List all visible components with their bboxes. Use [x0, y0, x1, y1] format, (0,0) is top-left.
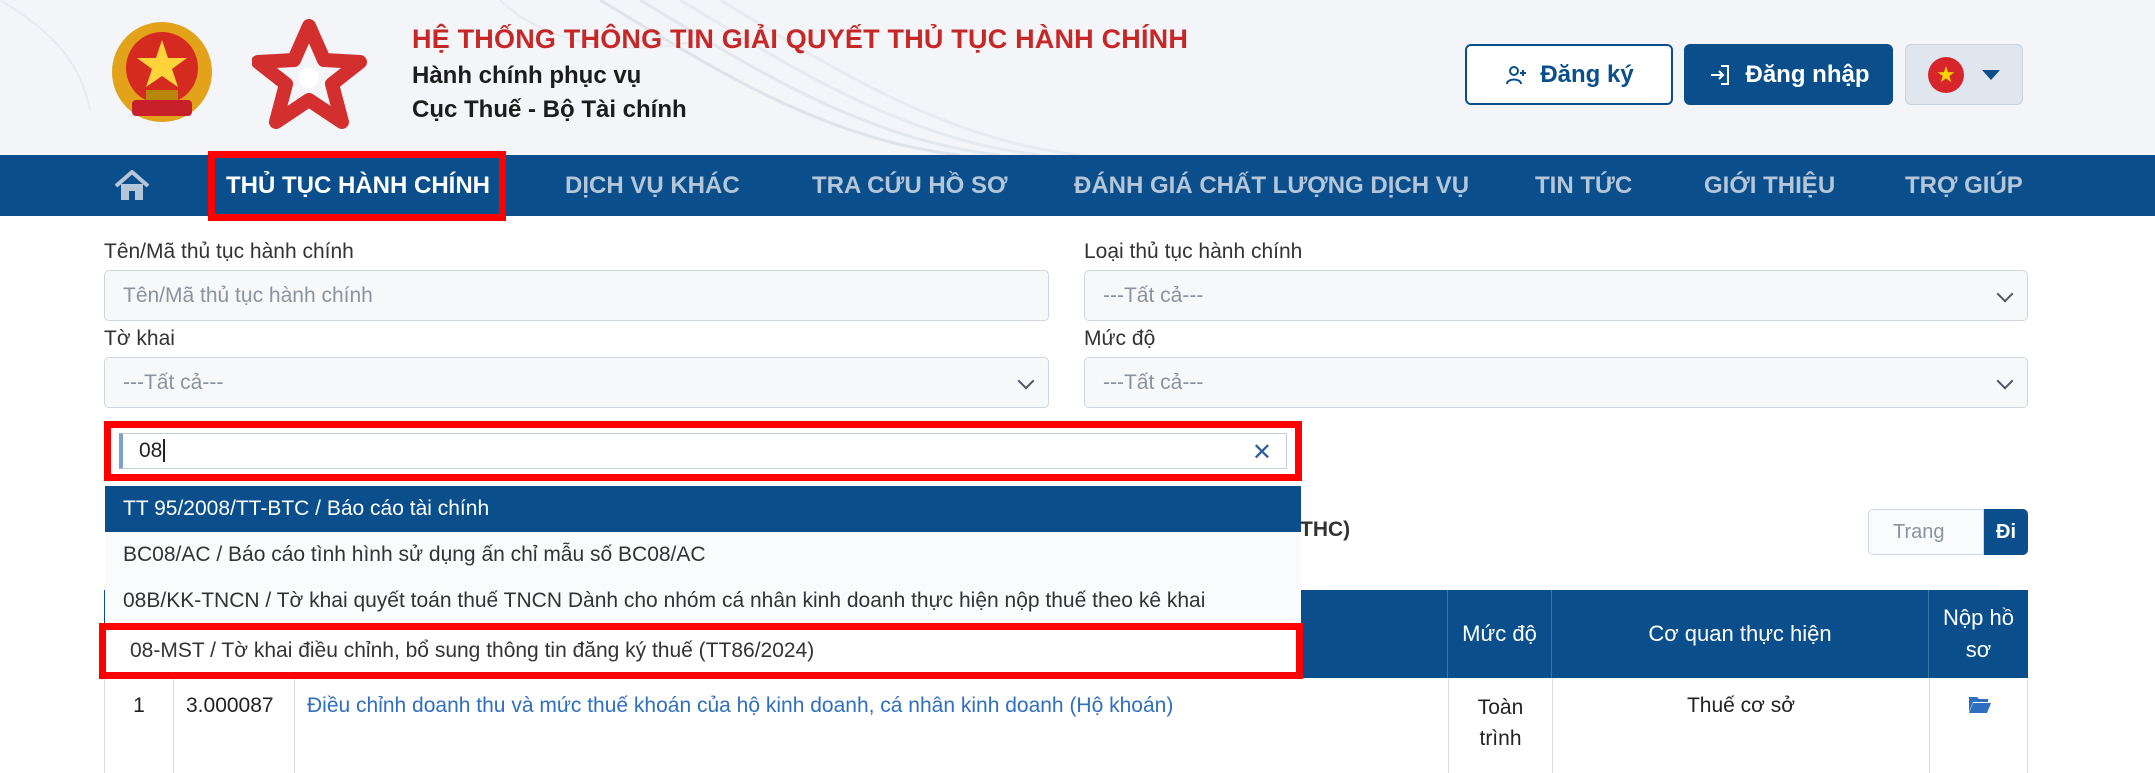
folder-open-icon[interactable]: [1968, 694, 1992, 714]
nav-item-help[interactable]: TRỢ GIÚP: [1905, 155, 2023, 216]
national-emblem-icon: [112, 22, 212, 122]
procedure-name-input[interactable]: Tên/Mã thủ tục hành chính: [104, 270, 1049, 321]
column-header-submit: Nộp hồ sơ: [1928, 590, 2028, 678]
site-header: HỆ THỐNG THÔNG TIN GIẢI QUYẾT THỦ TỤC HÀ…: [0, 0, 2155, 155]
dropdown-option[interactable]: BC08/AC / Báo cáo tình hình sử dụng ấn c…: [105, 532, 1301, 578]
register-button[interactable]: Đăng ký: [1465, 44, 1673, 105]
chevron-down-icon: [1017, 372, 1035, 390]
login-button[interactable]: Đăng nhập: [1684, 44, 1893, 105]
dropdown-search-input[interactable]: 08 ✕: [119, 433, 1287, 469]
nav-item-lookup[interactable]: TRA CỨU HỒ SƠ: [812, 155, 1008, 216]
procedure-name-label: Tên/Mã thủ tục hành chính: [104, 240, 354, 263]
procedure-type-select[interactable]: ---Tất cả---: [1084, 270, 2028, 321]
dropdown-search-box: 08 ✕: [104, 421, 1302, 481]
nav-item-other-services[interactable]: DỊCH VỤ KHÁC: [565, 155, 740, 216]
login-icon: [1710, 64, 1729, 85]
result-count-fragment: THC): [1300, 518, 1351, 541]
login-label: Đăng nhập: [1745, 60, 1870, 88]
chevron-down-icon: [1982, 69, 2000, 80]
form-label: Tờ khai: [104, 327, 175, 350]
column-header-level: Mức độ: [1447, 590, 1551, 678]
register-label: Đăng ký: [1540, 60, 1634, 88]
text-cursor: [163, 439, 166, 462]
nav-item-news[interactable]: TIN TỨC: [1535, 155, 1632, 216]
main-nav: THỦ TỤC HÀNH CHÍNH DỊCH VỤ KHÁC TRA CỨU …: [0, 155, 2155, 216]
dropdown-option-highlighted[interactable]: 08-MST / Tờ khai điều chỉnh, bổ sung thô…: [99, 623, 1303, 679]
nav-item-about[interactable]: GIỚI THIỆU: [1704, 155, 1835, 216]
site-organization: Cục Thuế - Bộ Tài chính: [412, 96, 687, 123]
column-header-agency: Cơ quan thực hiện: [1551, 590, 1928, 678]
chevron-down-icon: [1996, 285, 2014, 303]
level-label: Mức độ: [1084, 327, 1156, 350]
form-select-value: ---Tất cả---: [123, 371, 224, 394]
dropdown-option[interactable]: TT 95/2008/TT-BTC / Báo cáo tài chính: [105, 486, 1301, 532]
site-subtitle: Hành chính phục vụ: [412, 62, 642, 89]
row-code: 3.000087: [173, 678, 294, 773]
row-level: Toàn trình: [1448, 678, 1552, 773]
page-input[interactable]: Trang: [1868, 509, 1984, 555]
nav-item-procedures[interactable]: THỦ TỤC HÀNH CHÍNH: [226, 155, 490, 216]
table-row: 1 3.000087 Điều chỉnh doanh thu và mức t…: [104, 678, 2028, 773]
procedure-type-value: ---Tất cả---: [1103, 284, 1204, 307]
language-selector[interactable]: ★: [1905, 44, 2023, 105]
clear-icon[interactable]: ✕: [1252, 436, 1272, 470]
level-select-value: ---Tất cả---: [1103, 371, 1204, 394]
user-add-icon: [1506, 65, 1527, 84]
dropdown-option[interactable]: 08B/KK-TNCN / Tờ khai quyết toán thuế TN…: [105, 578, 1301, 624]
ministry-logo-icon: [252, 19, 367, 129]
chevron-down-icon: [1996, 372, 2014, 390]
row-agency: Thuế cơ sở: [1552, 678, 1929, 773]
nav-item-service-rating[interactable]: ĐÁNH GIÁ CHẤT LƯỢNG DỊCH VỤ: [1074, 155, 1469, 216]
level-select[interactable]: ---Tất cả---: [1084, 357, 2028, 408]
home-icon[interactable]: [112, 169, 152, 203]
procedure-type-label: Loại thủ tục hành chính: [1084, 240, 1303, 263]
site-title: HỆ THỐNG THÔNG TIN GIẢI QUYẾT THỦ TỤC HÀ…: [412, 24, 1189, 54]
vietnam-flag-icon: ★: [1928, 56, 1964, 93]
row-index: 1: [133, 694, 145, 717]
row-procedure-link[interactable]: Điều chỉnh doanh thu và mức thuế khoán c…: [294, 678, 1448, 773]
form-select[interactable]: ---Tất cả---: [104, 357, 1049, 408]
dropdown-search-value: 08: [139, 439, 163, 462]
row-submit-cell: [1929, 678, 2029, 773]
page-go-button[interactable]: Đi: [1984, 509, 2028, 555]
